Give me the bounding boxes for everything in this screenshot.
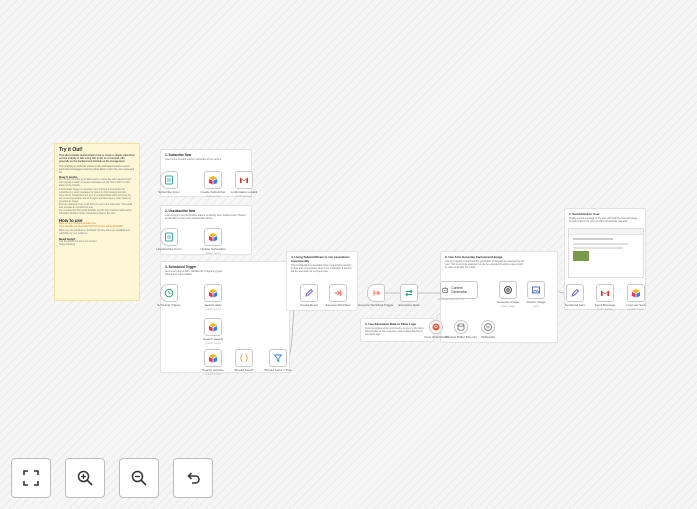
- groq-chat-model-node[interactable]: [429, 320, 443, 334]
- node-label: Unsubscribe Form: [156, 247, 182, 251]
- sticky-text: Use an AI agent to automate the generati…: [445, 260, 525, 270]
- openai-icon: [504, 286, 512, 294]
- schedule-trigger-node[interactable]: [160, 284, 178, 302]
- how-item: Once found, Subscribers are sent to a su…: [59, 194, 132, 203]
- use-item: Make sure the workflow is "activated" an…: [59, 229, 130, 235]
- airtable-icon: [209, 289, 217, 298]
- log-last-sent-node[interactable]: [627, 284, 645, 302]
- code-braces-icon: [239, 354, 249, 362]
- node-label: Schedule Trigger: [157, 303, 181, 307]
- undo-button[interactable]: [173, 458, 213, 498]
- search-weekly-node[interactable]: [204, 318, 222, 336]
- pencil-icon: [571, 288, 580, 297]
- how-item: The unsubscribe flow works similarly via…: [59, 210, 132, 216]
- airtable-icon: [632, 289, 640, 298]
- groq-icon: [432, 323, 440, 331]
- node-label: Resize Image resize: [526, 300, 546, 308]
- node-inline-label: Content Generation...: [451, 286, 470, 294]
- sticky-title: 3. Scheduled Trigger: [165, 265, 197, 269]
- sticky-title: 1. Subscribe flow: [165, 153, 192, 157]
- sticky-text: This configuration is desirable when seq…: [291, 264, 352, 274]
- confirmation-email-node[interactable]: [235, 171, 253, 189]
- sticky-title: 2. Unsubscribe flow: [165, 209, 196, 213]
- gmail-icon: [601, 290, 609, 296]
- svg-text:W: W: [486, 324, 490, 329]
- zoom-in-icon: [77, 470, 93, 486]
- airtable-icon: [209, 354, 217, 363]
- sticky-text: Finally, send a message to the user with…: [569, 217, 638, 224]
- execution-data-node[interactable]: [400, 284, 418, 302]
- sticky-title: 7. Send Email to User: [569, 212, 600, 216]
- node-label: Search daily search: record: [204, 303, 222, 311]
- image-icon: [532, 286, 540, 294]
- wikipedia-icon: W: [484, 323, 492, 331]
- fit-view-button[interactable]: [11, 458, 51, 498]
- workflow-canvas[interactable]: Try it Out! This n8n template demonstrat…: [0, 0, 697, 509]
- resize-image-node[interactable]: [527, 281, 545, 299]
- search-daily-node[interactable]: [204, 284, 222, 302]
- arrows-swap-icon: [405, 289, 413, 297]
- zoom-in-button[interactable]: [65, 458, 105, 498]
- pencil-icon: [305, 288, 314, 297]
- sticky-text: Uses Forms to put the Airtable feature t…: [165, 214, 247, 221]
- node-label: Execution Data: [398, 303, 420, 307]
- zoom-out-button[interactable]: [119, 458, 159, 498]
- filter-icon: [273, 354, 283, 363]
- node-label: Log Last Sent update: record: [626, 303, 646, 311]
- unsubscribe-form-node[interactable]: [160, 228, 178, 246]
- should-send-node[interactable]: [235, 349, 253, 367]
- clock-icon: [164, 288, 174, 298]
- subworkflow-icon: [334, 290, 341, 296]
- sticky-title: 6. Use AI to Generate Factoid and Image: [445, 255, 503, 259]
- fullscreen-icon: [23, 470, 39, 486]
- subscribe-form-node[interactable]: [160, 171, 178, 189]
- create-subscriber-node[interactable]: [204, 171, 222, 189]
- ai-port-labels: Chat Model Memory Tool: [437, 299, 465, 301]
- search-surprise-node[interactable]: [204, 349, 222, 367]
- sticky-desc: This template in particular shows a full…: [59, 164, 135, 175]
- node-label: Search weekly search: record: [202, 337, 224, 345]
- generate-image-node[interactable]: [499, 281, 517, 299]
- sticky-title: Try it Out!: [59, 147, 83, 153]
- email-preview-image: [568, 228, 644, 278]
- sticky-text: Uses forms to setup users to subscribe t…: [165, 158, 222, 161]
- gmail-icon: [240, 177, 248, 183]
- airtable-icon: [209, 176, 217, 185]
- update-subscriber-node[interactable]: [204, 228, 222, 246]
- set-email-vars-node[interactable]: [566, 284, 584, 302]
- window-buffer-memory-node[interactable]: [454, 320, 468, 334]
- should-send-true-node[interactable]: [269, 349, 287, 367]
- send-message-node[interactable]: [596, 284, 614, 302]
- subworkflow-trigger-icon: [373, 290, 381, 296]
- content-generation-agent-node[interactable]: Content Generation...: [440, 281, 478, 299]
- undo-icon: [187, 472, 200, 484]
- database-icon: [457, 323, 465, 331]
- airtable-icon: [209, 323, 217, 332]
- how-item: An n8n form is setup up to allow users t…: [59, 179, 132, 188]
- zoom-out-icon: [131, 470, 147, 486]
- airtable-icon: [209, 233, 217, 242]
- node-label: Execute Workflow: [325, 303, 351, 307]
- form-icon: [165, 232, 173, 242]
- execute-workflow-trigger-node[interactable]: [367, 284, 385, 302]
- sticky-title: 5. Use Execution Data to Filter Logs: [365, 322, 417, 326]
- node-label: Subscribe Form: [158, 190, 180, 194]
- node-label: confirmation email1 send: message: [230, 190, 258, 198]
- create-event-node[interactable]: [300, 284, 318, 302]
- sticky-title: 4. Using Subworkflows to run executions …: [291, 255, 350, 263]
- sticky-text: Runs every day at 9am. Handles all 3 fre…: [165, 270, 223, 277]
- how-item: A Scheduled Trigger is executed every mo…: [59, 188, 127, 194]
- robot-icon: [442, 287, 449, 293]
- sign-off: Happy Hacking!: [59, 243, 76, 246]
- sticky-try-it-out[interactable]: Try it Out! This n8n template demonstrat…: [54, 143, 140, 301]
- sticky-subworkflows[interactable]: 4. Using Subworkflows to run executions …: [286, 251, 358, 311]
- sticky-intro: This n8n template demonstrates how to cr…: [59, 154, 135, 164]
- wikipedia-node[interactable]: W: [481, 320, 495, 334]
- form-icon: [165, 175, 173, 185]
- execute-workflow-node[interactable]: [329, 284, 347, 302]
- node-label: Update Subscriber update: record: [200, 247, 226, 255]
- node-label: Wikipedia: [481, 335, 495, 339]
- node-label: Should Send = True: [264, 368, 292, 372]
